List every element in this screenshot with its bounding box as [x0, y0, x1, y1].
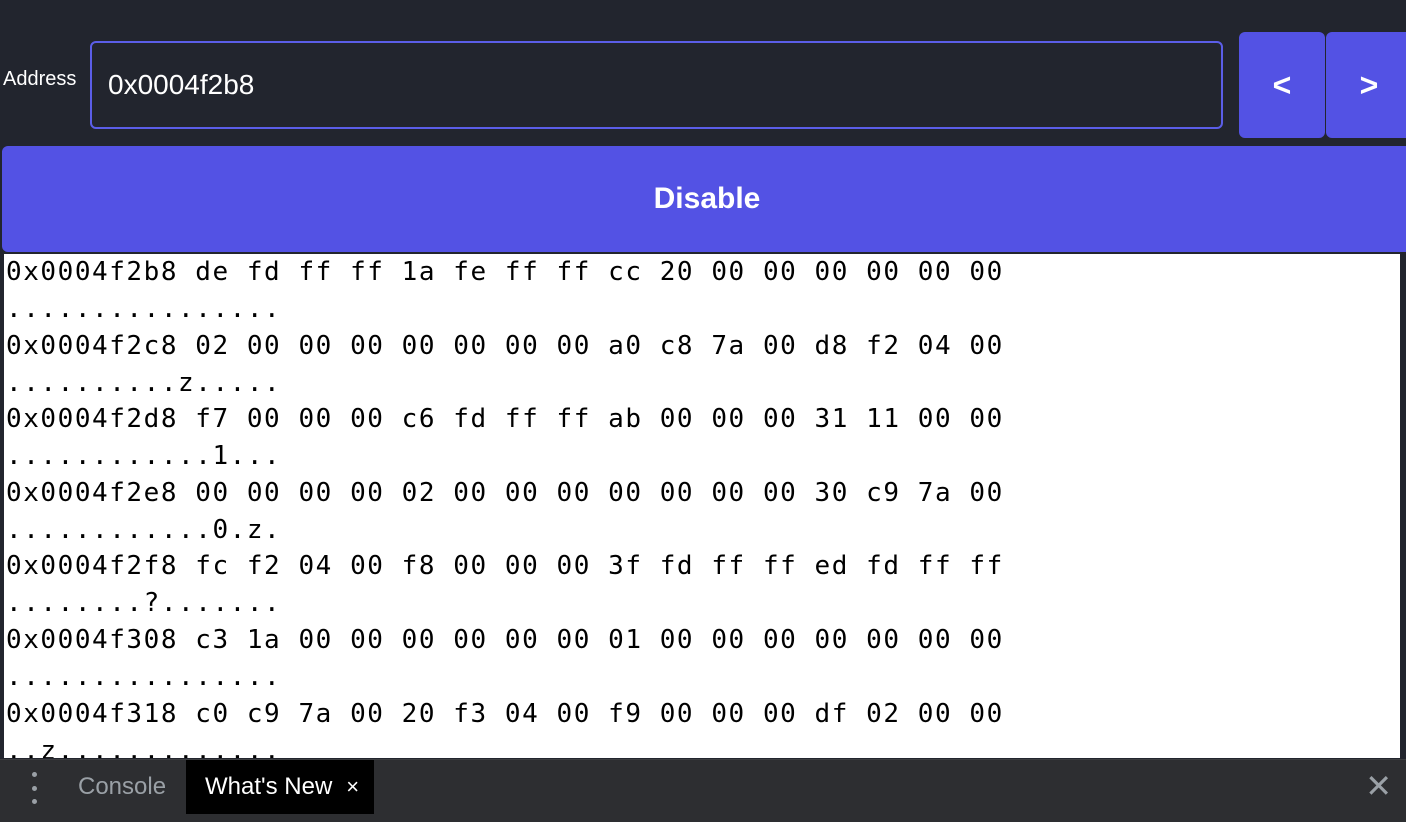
- next-page-button[interactable]: >: [1326, 32, 1406, 138]
- hex-row: 0x0004f2b8 de fd ff ff 1a fe ff ff cc 20…: [4, 254, 1400, 328]
- app-window: Address < > Disable 0x0004f2b8 de fd ff …: [0, 0, 1406, 822]
- ascii-line: ................: [6, 661, 282, 692]
- hex-row: 0x0004f2c8 02 00 00 00 00 00 00 00 a0 c8…: [4, 328, 1400, 402]
- kebab-dot: [31, 799, 37, 804]
- ascii-line: ........?.......: [6, 588, 282, 619]
- kebab-menu-icon[interactable]: [24, 772, 44, 804]
- ascii-line: ............0.z.: [6, 514, 282, 545]
- hex-line: 0x0004f318 c0 c9 7a 00 20 f3 04 00 f9 00…: [6, 698, 1004, 729]
- kebab-dot: [31, 772, 37, 777]
- ascii-line: ................: [6, 294, 282, 324]
- tab-close-icon[interactable]: ×: [346, 774, 359, 800]
- drawer-close-icon[interactable]: ✕: [1365, 770, 1392, 802]
- address-input[interactable]: [90, 41, 1223, 129]
- hex-line: 0x0004f308 c3 1a 00 00 00 00 00 00 01 00…: [6, 624, 1004, 655]
- previous-page-button[interactable]: <: [1239, 32, 1325, 138]
- tab-console[interactable]: Console: [66, 760, 178, 814]
- ascii-line: ............1...: [6, 441, 282, 472]
- address-label: Address: [3, 68, 77, 90]
- disable-button[interactable]: Disable: [2, 146, 1406, 252]
- tab-label: What's New: [205, 773, 333, 800]
- tab-label: Console: [78, 773, 167, 800]
- hex-line: 0x0004f2d8 f7 00 00 00 c6 fd ff ff ab 00…: [6, 404, 1004, 435]
- kebab-dot: [31, 785, 37, 791]
- hex-line: 0x0004f2b8 de fd ff ff 1a fe ff ff cc 20…: [6, 257, 1004, 287]
- hex-line: 0x0004f2f8 fc f2 04 00 f8 00 00 00 3f fd…: [6, 551, 1004, 582]
- hex-row: 0x0004f2d8 f7 00 00 00 c6 fd ff ff ab 00…: [4, 401, 1400, 475]
- hex-row: 0x0004f318 c0 c9 7a 00 20 f3 04 00 f9 00…: [4, 696, 1400, 758]
- hex-row: 0x0004f308 c3 1a 00 00 00 00 00 00 01 00…: [4, 622, 1400, 696]
- ascii-line: ..z.............: [6, 735, 282, 758]
- hex-line: 0x0004f2e8 00 00 00 00 02 00 00 00 00 00…: [6, 477, 1004, 508]
- hex-row: 0x0004f2e8 00 00 00 00 02 00 00 00 00 00…: [4, 475, 1400, 549]
- devtools-drawer: Console What's New × ✕: [0, 759, 1406, 822]
- hex-dump-panel[interactable]: 0x0004f2b8 de fd ff ff 1a fe ff ff cc 20…: [4, 254, 1400, 758]
- hex-line: 0x0004f2c8 02 00 00 00 00 00 00 00 a0 c8…: [6, 330, 1004, 361]
- tab-whats-new[interactable]: What's New ×: [186, 760, 374, 814]
- ascii-line: ..........z.....: [6, 367, 282, 398]
- hex-row: 0x0004f2f8 fc f2 04 00 f8 00 00 00 3f fd…: [4, 548, 1400, 622]
